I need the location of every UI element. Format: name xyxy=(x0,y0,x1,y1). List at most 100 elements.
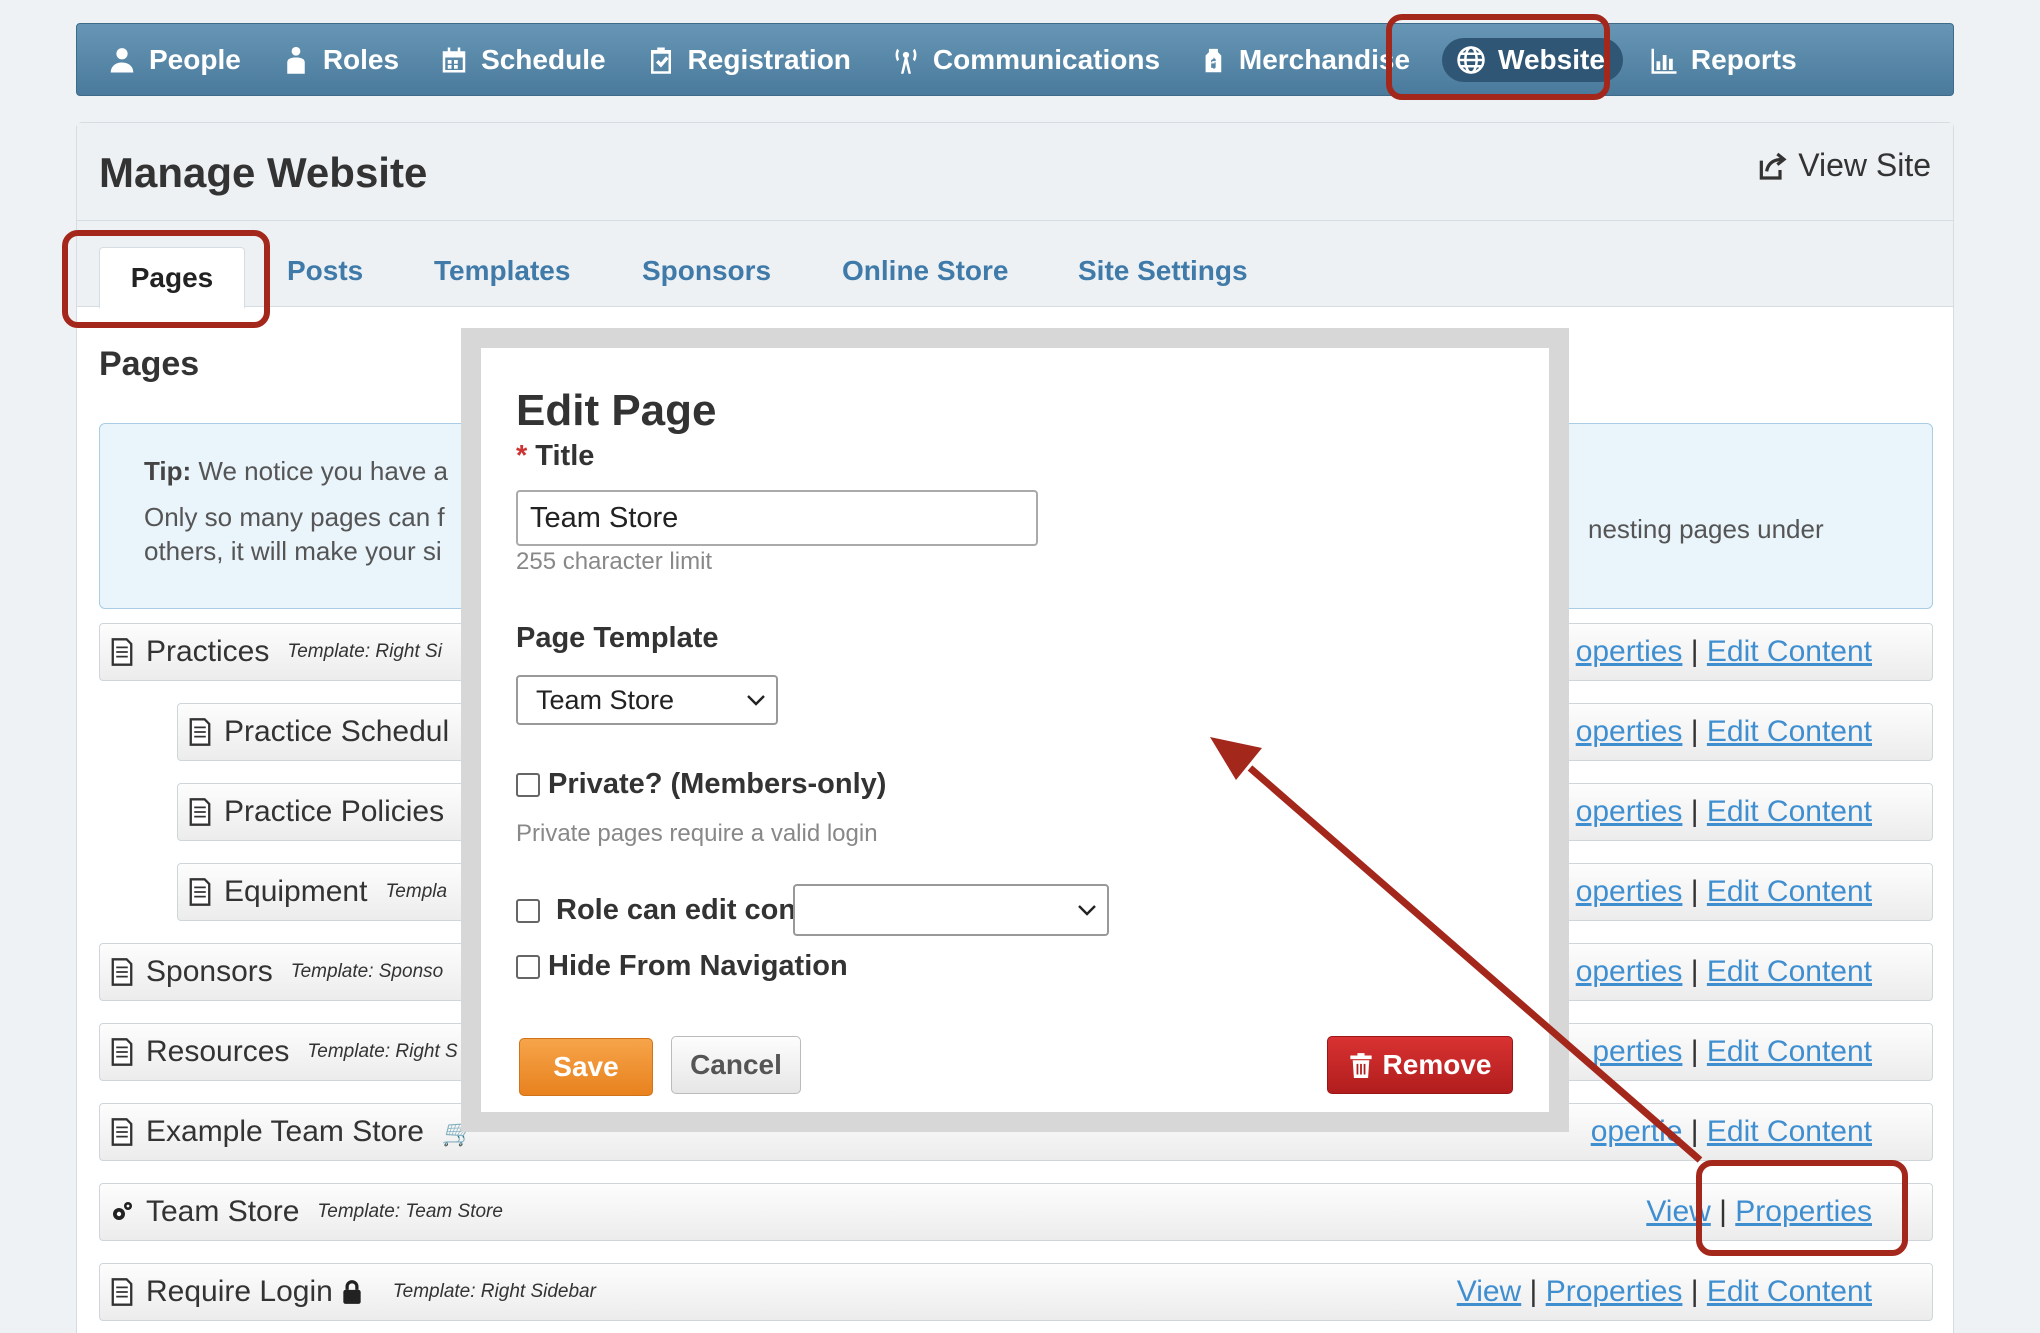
role-checkbox[interactable] xyxy=(516,898,540,923)
people-icon xyxy=(110,47,134,72)
private-label: Private? (Members-only) xyxy=(548,768,887,800)
page-actions: operties | Edit Content xyxy=(1575,875,1872,908)
nav-reports-label: Reports xyxy=(1690,43,1797,75)
edit-content-link[interactable]: Edit Content xyxy=(1707,1275,1872,1308)
page-template: Template: Right Sidebar xyxy=(392,1281,596,1302)
private-checkbox-row[interactable]: Private? (Members-only) xyxy=(516,768,886,801)
page-name: Team Store xyxy=(146,1195,300,1228)
role-select[interactable] xyxy=(793,884,1109,936)
private-checkbox[interactable] xyxy=(516,772,540,797)
page-name: Sponsors xyxy=(146,955,273,988)
nav-registration-label: Registration xyxy=(687,43,851,75)
page-template-value: Team Store xyxy=(536,685,675,715)
title-hint: 255 character limit xyxy=(516,548,713,575)
edit-content-link[interactable]: Edit Content xyxy=(1707,1035,1872,1068)
tip-text-2-right: nesting pages under xyxy=(1588,514,1824,544)
page-icon xyxy=(111,1278,133,1306)
top-navigation: People Roles Schedule Registration Commu… xyxy=(76,23,1954,96)
hide-nav-checkbox-row[interactable]: Hide From Navigation xyxy=(516,950,848,983)
nav-merchandise[interactable]: Merchandise xyxy=(1200,44,1410,76)
page-template: Templa xyxy=(385,881,448,902)
tab-templates[interactable]: Templates xyxy=(434,255,570,287)
nav-communications-label: Communications xyxy=(932,43,1161,75)
tab-bar: Pages Posts Templates Sponsors Online St… xyxy=(77,221,1953,308)
roles-icon xyxy=(287,46,305,74)
nav-roles[interactable]: Roles xyxy=(281,44,399,76)
properties-link[interactable]: operties xyxy=(1576,795,1683,828)
properties-link[interactable]: operties xyxy=(1576,875,1683,908)
view-link[interactable]: View xyxy=(1457,1275,1521,1308)
clipboard-check-icon xyxy=(650,47,671,74)
page-name: Practice Schedul xyxy=(224,715,450,748)
page-title: Manage Website xyxy=(99,149,428,196)
external-link-icon xyxy=(1759,152,1787,180)
view-site-label: View Site xyxy=(1798,147,1931,183)
edit-content-link[interactable]: Edit Content xyxy=(1707,1115,1872,1148)
page-actions: perties | Edit Content xyxy=(1592,1035,1872,1068)
edit-content-link[interactable]: Edit Content xyxy=(1707,795,1872,828)
view-site-link[interactable]: View Site xyxy=(1756,147,1931,184)
page-actions: operties | Edit Content xyxy=(1575,635,1872,668)
nav-merchandise-label: Merchandise xyxy=(1238,43,1411,75)
cancel-button[interactable]: Cancel xyxy=(671,1036,801,1094)
page-icon xyxy=(111,638,133,666)
tab-posts[interactable]: Posts xyxy=(287,255,363,287)
properties-link[interactable]: perties xyxy=(1592,1035,1682,1068)
hide-nav-checkbox[interactable] xyxy=(516,954,540,979)
page-name: Practice Policies xyxy=(224,795,445,828)
tab-site-settings[interactable]: Site Settings xyxy=(1078,255,1248,287)
trash-icon xyxy=(1349,1053,1372,1078)
properties-link[interactable]: operties xyxy=(1576,955,1683,988)
page-actions: operties | Edit Content xyxy=(1575,715,1872,748)
hide-nav-label: Hide From Navigation xyxy=(548,950,848,982)
nav-schedule[interactable]: Schedule xyxy=(439,44,606,76)
edit-content-link[interactable]: Edit Content xyxy=(1707,635,1872,668)
page-name: Example Team Store xyxy=(146,1115,424,1148)
edit-content-link[interactable]: Edit Content xyxy=(1707,875,1872,908)
title-input[interactable] xyxy=(516,490,1038,546)
tip-text-1: We notice you have a xyxy=(198,456,448,486)
nav-people[interactable]: People xyxy=(107,44,241,76)
properties-link[interactable]: operties xyxy=(1576,715,1683,748)
page-name: Resources xyxy=(146,1035,290,1068)
edit-page-modal: Edit Page *Title 255 character limit Pag… xyxy=(481,348,1549,1112)
page-row-team-store: Team Store Template: Team Store View | P… xyxy=(99,1183,1933,1241)
page-template: Template: Sponso xyxy=(290,961,444,982)
properties-highlight xyxy=(1696,1160,1908,1256)
private-hint: Private pages require a valid login xyxy=(516,820,878,847)
properties-link[interactable]: opertie xyxy=(1591,1115,1683,1148)
edit-content-link[interactable]: Edit Content xyxy=(1707,715,1872,748)
page-actions: View | Properties | Edit Content xyxy=(1456,1275,1872,1308)
chevron-down-icon xyxy=(1078,905,1096,916)
tab-online-store[interactable]: Online Store xyxy=(842,255,1008,287)
panel-header: Manage Website View Site xyxy=(77,123,1953,221)
chevron-down-icon xyxy=(747,695,765,706)
page-template: Template: Team Store xyxy=(317,1201,503,1222)
page-name: Practices xyxy=(146,635,270,668)
pages-tab-highlight xyxy=(62,230,270,328)
title-label: * Title xyxy=(516,440,594,473)
page-template-label: Page Template xyxy=(516,622,719,654)
page-template: Template: Right S xyxy=(307,1041,458,1062)
nav-registration[interactable]: Registration xyxy=(646,44,851,76)
website-highlight xyxy=(1386,14,1610,100)
page-name: Equipment xyxy=(224,875,368,908)
title-label-text: Title xyxy=(535,440,595,472)
nav-people-label: People xyxy=(149,43,241,75)
nav-reports[interactable]: Reports xyxy=(1649,44,1797,76)
price-tag-icon xyxy=(1205,48,1222,72)
properties-link[interactable]: operties xyxy=(1576,635,1683,668)
page-template: Template: Right Si xyxy=(287,641,442,662)
page-icon xyxy=(189,878,211,906)
tab-sponsors[interactable]: Sponsors xyxy=(642,255,771,287)
properties-link[interactable]: Properties xyxy=(1546,1275,1683,1308)
edit-content-link[interactable]: Edit Content xyxy=(1707,955,1872,988)
page-template-select[interactable]: Team Store xyxy=(516,675,778,725)
save-button[interactable]: Save xyxy=(519,1038,653,1096)
remove-button[interactable]: Remove xyxy=(1327,1036,1513,1094)
modal-title: Edit Page xyxy=(516,386,717,435)
nav-roles-label: Roles xyxy=(322,43,400,75)
nav-communications[interactable]: Communications xyxy=(891,44,1160,76)
edit-page-modal-frame: Edit Page *Title 255 character limit Pag… xyxy=(461,328,1569,1132)
gear-icon xyxy=(113,1202,132,1220)
